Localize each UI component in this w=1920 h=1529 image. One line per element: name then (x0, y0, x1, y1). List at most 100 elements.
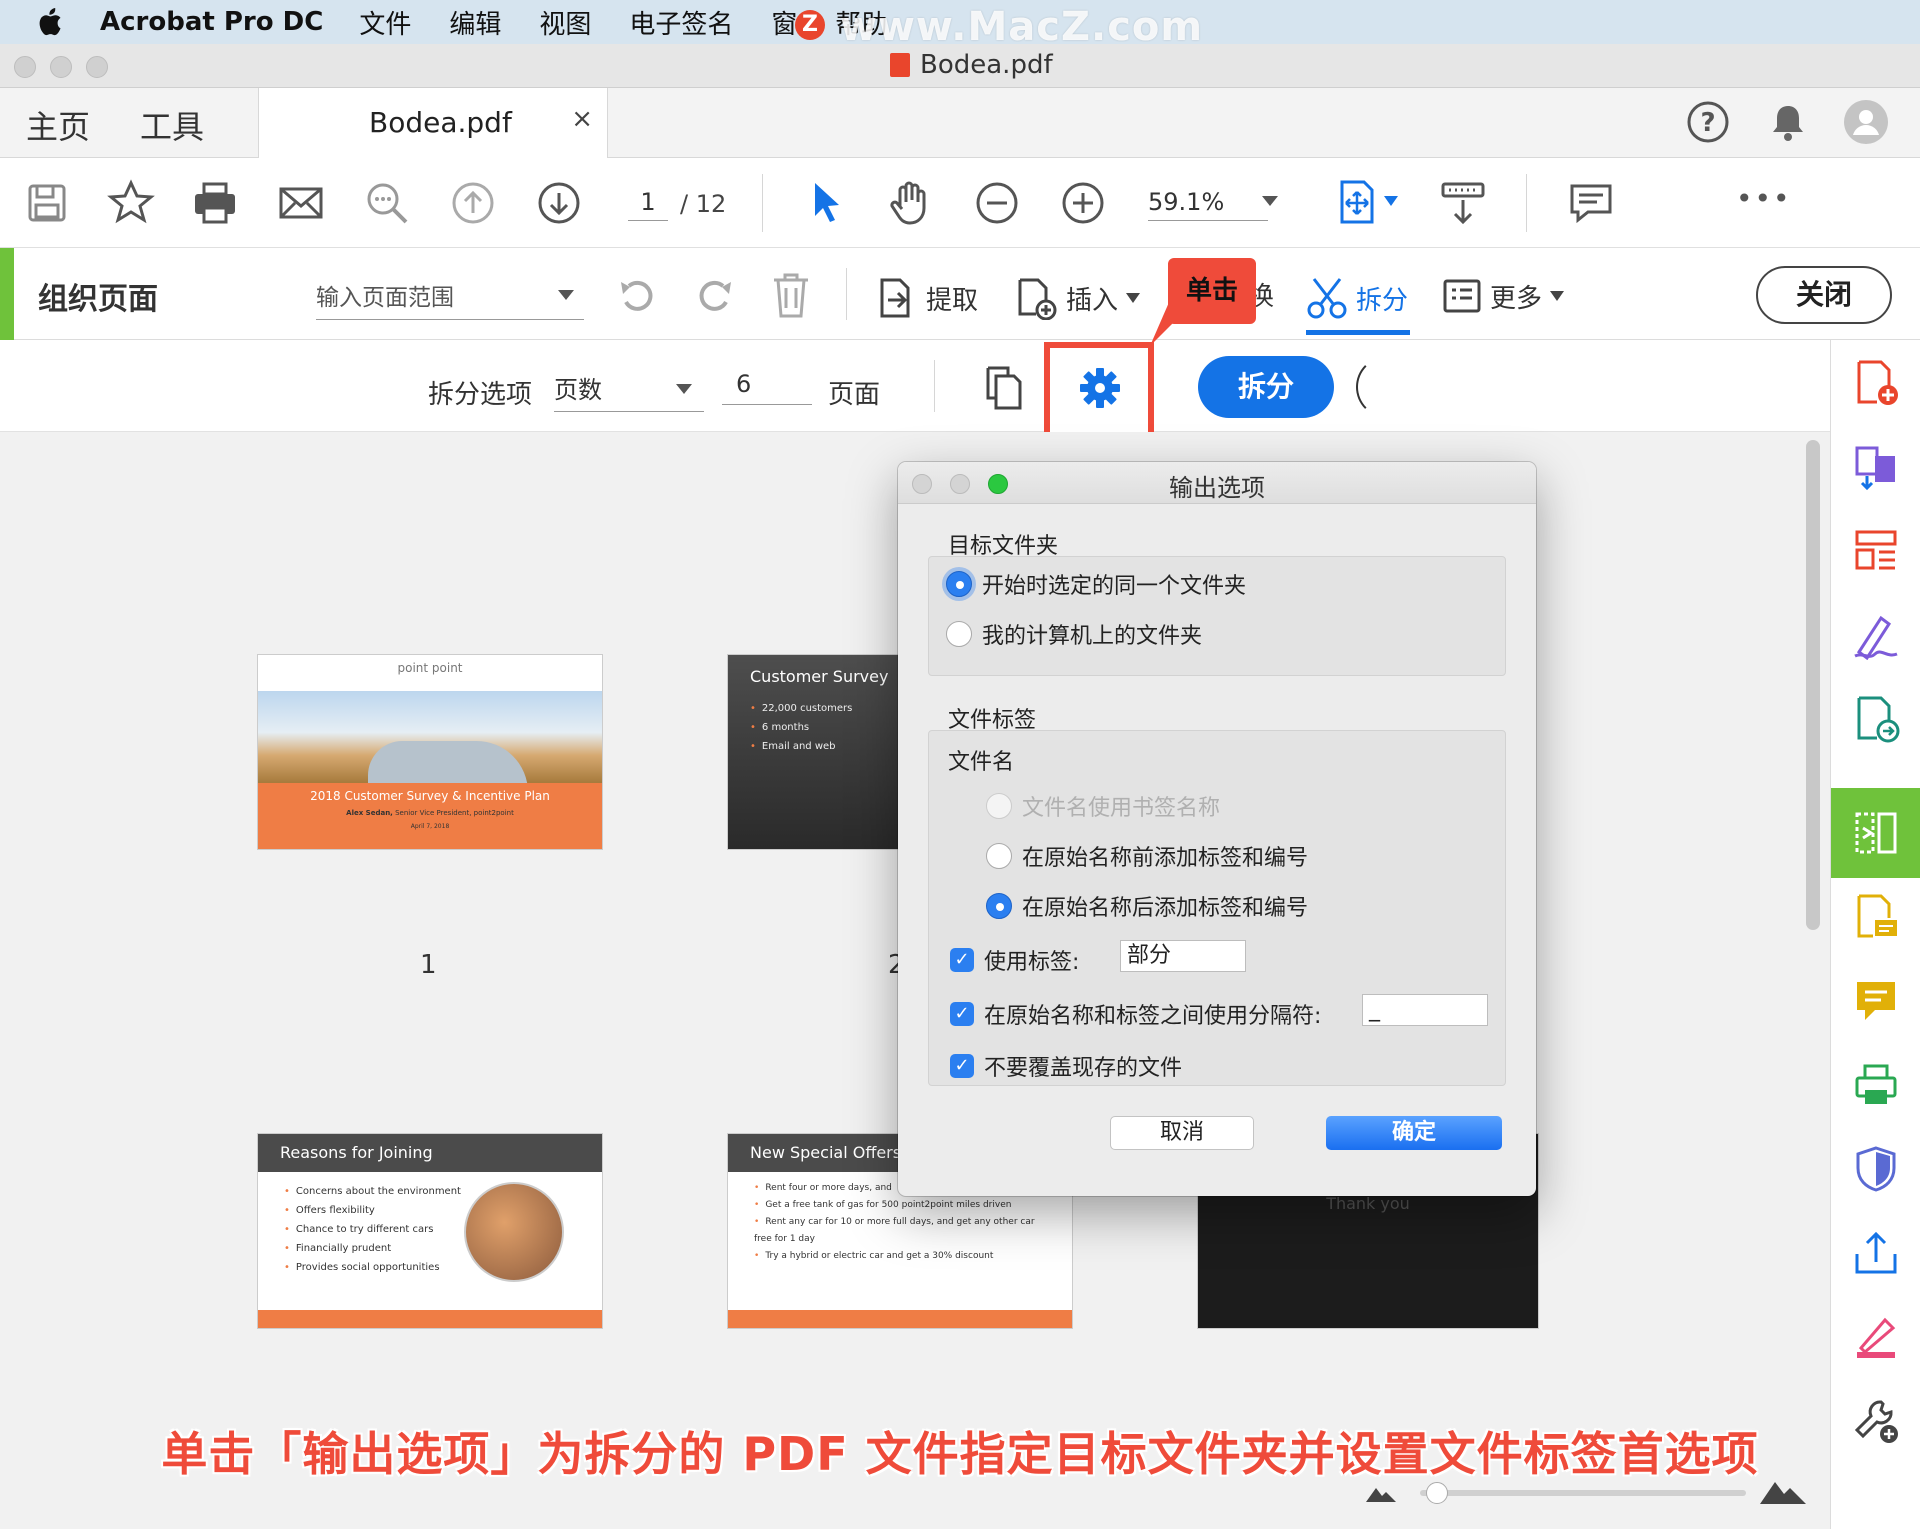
window-title-text: Bodea.pdf (920, 50, 1053, 80)
dialog-titlebar: 输出选项 (898, 462, 1536, 504)
comment-icon[interactable] (1566, 178, 1616, 228)
split-tool[interactable]: 拆分 (1306, 276, 1408, 320)
previous-page-icon[interactable] (448, 178, 498, 228)
use-label-option[interactable]: ✓ 使用标签: (950, 944, 1079, 976)
separator-text-field[interactable]: _ (1362, 994, 1488, 1026)
organize-pages-icon (1855, 812, 1897, 854)
zoom-out-icon[interactable] (972, 178, 1022, 228)
cancel-button[interactable]: 取消 (1110, 1116, 1254, 1150)
more-tool[interactable]: 更多 (1442, 276, 1565, 316)
split-by-dropdown-icon[interactable] (676, 384, 692, 394)
use-separator-option[interactable]: ✓ 在原始名称和标签之间使用分隔符: (950, 998, 1321, 1030)
same-folder-option[interactable]: 开始时选定的同一个文件夹 (946, 568, 1246, 600)
split-options-label: 拆分选项 (428, 380, 533, 410)
more-options-icon[interactable]: ••• (1736, 182, 1792, 215)
next-page-icon[interactable] (534, 178, 584, 228)
fill-sign-icon[interactable] (1851, 610, 1901, 660)
zoom-dropdown-icon[interactable] (1262, 196, 1278, 206)
extract-label: 提取 (926, 285, 979, 316)
share-upload-icon[interactable] (1851, 1228, 1901, 1278)
output-options-highlight[interactable] (1044, 342, 1154, 438)
apple-icon[interactable] (36, 7, 80, 37)
prefix-radio[interactable] (986, 843, 1012, 869)
prefix-label-option[interactable]: 在原始名称前添加标签和编号 (986, 840, 1308, 872)
range-dropdown-icon[interactable] (558, 290, 574, 300)
tab-document[interactable]: Bodea.pdf × (258, 88, 608, 158)
close-organize-button[interactable]: 关闭 (1756, 266, 1892, 324)
comment-bubble-icon[interactable] (1851, 976, 1901, 1026)
extract-tool[interactable]: 提取 (874, 276, 978, 320)
edit-layout-icon[interactable] (1851, 526, 1901, 576)
menu-esign[interactable]: 电子签名 (629, 4, 733, 41)
rotate-left-icon[interactable] (614, 272, 662, 320)
page-number-input[interactable]: 1 (628, 188, 668, 221)
select-cursor-icon[interactable] (802, 178, 852, 228)
fit-dropdown-icon[interactable] (1384, 196, 1398, 206)
my-computer-radio[interactable] (946, 621, 972, 647)
split-count-input[interactable]: 6 (722, 370, 812, 405)
slide-logo: point point (397, 661, 463, 675)
redact-highlighter-icon[interactable] (1851, 1312, 1901, 1362)
zoom-in-icon[interactable] (1058, 178, 1108, 228)
page-thumbnail-3[interactable]: Reasons for Joining Concerns about the e… (258, 1134, 602, 1328)
organize-pages-tool-active[interactable] (1831, 788, 1920, 878)
split-button[interactable]: 拆分 (1198, 356, 1334, 418)
bell-icon[interactable] (1766, 100, 1810, 144)
my-computer-folder-option[interactable]: 我的计算机上的文件夹 (946, 618, 1202, 650)
hand-tool-icon[interactable] (886, 178, 936, 228)
help-icon[interactable]: ? (1686, 100, 1730, 144)
gear-icon[interactable] (1078, 366, 1122, 410)
fit-page-icon[interactable] (1334, 178, 1384, 228)
no-overwrite-checkbox[interactable]: ✓ (950, 1054, 974, 1078)
thumbnail-size-slider[interactable] (1420, 1490, 1746, 1496)
zoom-level-field[interactable]: 59.1% (1148, 188, 1268, 221)
ok-button[interactable]: 确定 (1326, 1116, 1502, 1150)
insert-tool[interactable]: 插入 (1014, 276, 1141, 320)
menu-file[interactable]: 文件 (359, 4, 411, 41)
menu-window[interactable]: 窗 (771, 4, 797, 41)
page-thumbnail-2[interactable]: Customer Survey 22,000 customers 6 month… (728, 655, 900, 849)
rotate-right-icon[interactable] (690, 272, 738, 320)
progress-spinner (1356, 356, 1418, 418)
page-thumbnail-1[interactable]: point point 2018 Customer Survey & Incen… (258, 655, 602, 849)
save-icon[interactable] (22, 178, 72, 228)
split-files-icon[interactable] (982, 364, 1026, 412)
export-pdf-icon[interactable] (1851, 694, 1901, 744)
suffix-label-option[interactable]: 在原始名称后添加标签和编号 (986, 890, 1308, 922)
combine-files-icon[interactable] (1851, 442, 1901, 492)
no-overwrite-option[interactable]: ✓ 不要覆盖现存的文件 (950, 1050, 1182, 1082)
scroll-mode-icon[interactable] (1438, 178, 1488, 228)
tab-tools[interactable]: 工具 (140, 102, 204, 148)
label-text-field[interactable]: 部分 (1120, 940, 1246, 972)
window-close-button[interactable] (14, 56, 36, 78)
user-avatar[interactable] (1842, 98, 1890, 146)
split-unit-label: 页面 (828, 380, 881, 410)
suffix-radio[interactable] (986, 893, 1012, 919)
same-folder-radio[interactable] (946, 571, 972, 597)
protect-shield-icon[interactable] (1851, 1144, 1901, 1194)
tab-home[interactable]: 主页 (26, 102, 90, 148)
menu-view[interactable]: 视图 (539, 4, 591, 41)
print-icon[interactable] (190, 178, 240, 228)
create-pdf-icon[interactable] (1851, 358, 1901, 408)
use-label-checkbox[interactable]: ✓ (950, 948, 974, 972)
zoom-search-icon[interactable] (362, 178, 412, 228)
menu-edit[interactable]: 编辑 (449, 4, 501, 41)
bookmark-star-icon[interactable] (106, 178, 156, 228)
more-list-icon (1443, 279, 1481, 313)
window-zoom-button[interactable] (86, 56, 108, 78)
list-item: Get a free tank of gas for 500 point2poi… (754, 1197, 1054, 1214)
app-name-menu[interactable]: Acrobat Pro DC (100, 7, 323, 37)
use-separator-checkbox[interactable]: ✓ (950, 1002, 974, 1026)
zoom-small-mountain-icon[interactable] (1366, 1482, 1396, 1502)
delete-trash-icon[interactable] (768, 270, 814, 320)
insert-icon (1018, 278, 1057, 320)
scan-ocr-icon[interactable] (1851, 1060, 1901, 1110)
page-range-input[interactable]: 输入页面范围 (316, 278, 584, 320)
close-tab-icon[interactable]: × (571, 104, 593, 134)
comment-pdf-icon[interactable] (1851, 892, 1901, 942)
email-icon[interactable] (276, 178, 326, 228)
slider-knob[interactable] (1426, 1482, 1448, 1504)
window-minimize-button[interactable] (50, 56, 72, 78)
vertical-scrollbar[interactable] (1806, 440, 1820, 930)
